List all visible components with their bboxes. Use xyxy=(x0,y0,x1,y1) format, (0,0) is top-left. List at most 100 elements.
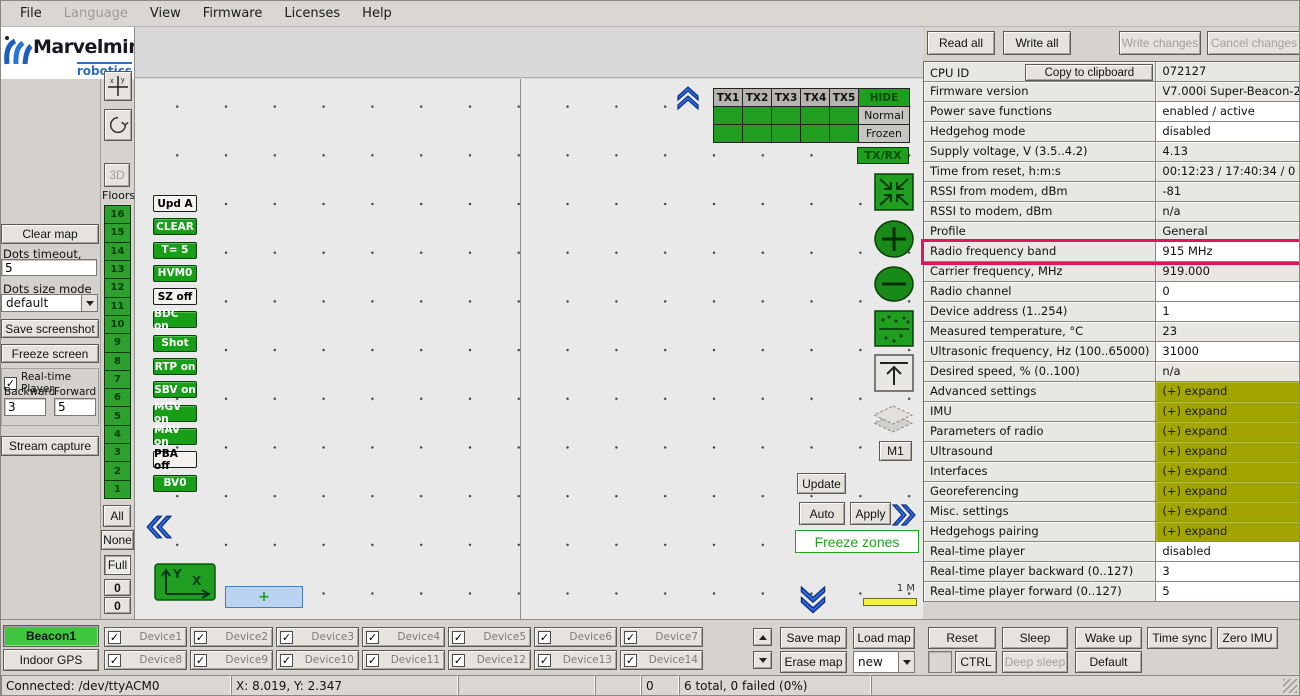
raise-to-top-icon[interactable] xyxy=(874,354,914,395)
scroll-down-button[interactable] xyxy=(753,651,772,669)
device-toggle[interactable]: Device2 xyxy=(190,627,273,647)
checkbox-checked-icon[interactable] xyxy=(108,631,121,644)
parameter-value[interactable]: enabled / active xyxy=(1156,102,1300,122)
floors-none-button[interactable]: None xyxy=(101,530,134,550)
ctrl-checkbox[interactable] xyxy=(928,651,952,673)
scroll-up-button[interactable] xyxy=(753,628,772,646)
parameter-value[interactable]: 3 xyxy=(1156,562,1300,582)
map-mode-button[interactable]: BDC on xyxy=(153,311,197,328)
checkbox-checked-icon[interactable] xyxy=(538,631,551,644)
parameter-value[interactable]: -81 xyxy=(1156,182,1300,202)
tx-state-cell[interactable] xyxy=(801,107,830,125)
counter-top[interactable]: 0 xyxy=(104,579,131,596)
floor-button[interactable]: 8 xyxy=(104,352,131,371)
time-sync-button[interactable]: Time sync xyxy=(1147,627,1212,649)
device-toggle[interactable]: Device4 xyxy=(362,627,445,647)
map-mode-button[interactable]: HVM0 xyxy=(153,265,197,282)
show-dots-icon[interactable] xyxy=(874,310,914,350)
device-toggle[interactable]: Device3 xyxy=(276,627,359,647)
menu-item[interactable]: File xyxy=(9,2,53,25)
tab-beacon1[interactable]: Beacon1 xyxy=(3,625,99,647)
checkbox-checked-icon[interactable] xyxy=(624,631,637,644)
device-toggle[interactable]: Device9 xyxy=(190,650,273,670)
map-mode-button[interactable]: Upd A xyxy=(153,195,197,212)
checkbox-checked-icon[interactable] xyxy=(280,631,293,644)
parameter-value[interactable]: (+) expand xyxy=(1156,402,1300,422)
parameter-value[interactable]: (+) expand xyxy=(1156,502,1300,522)
cancel-changes-button[interactable]: Cancel changes xyxy=(1207,31,1300,55)
parameter-row[interactable]: IMU (+) expand xyxy=(924,402,1300,422)
parameter-value[interactable]: (+) expand xyxy=(1156,442,1300,462)
tx-state-cell[interactable] xyxy=(830,125,859,143)
map-mode-button[interactable]: RTP on xyxy=(153,358,197,375)
device-toggle[interactable]: Device6 xyxy=(534,627,617,647)
tx-state-cell[interactable] xyxy=(801,125,830,143)
parameter-row[interactable]: Radio frequency band 915 MHz xyxy=(924,242,1300,262)
load-map-button[interactable]: Load map xyxy=(853,627,915,649)
checkbox-checked-icon[interactable] xyxy=(194,654,207,667)
parameter-row[interactable]: Misc. settings (+) expand xyxy=(924,502,1300,522)
parameter-row[interactable]: Desired speed, % (0..100) n/a xyxy=(924,362,1300,382)
parameter-row[interactable]: Georeferencing (+) expand xyxy=(924,482,1300,502)
floor-button[interactable]: 11 xyxy=(104,297,131,316)
checkbox-checked-icon[interactable] xyxy=(366,631,379,644)
zero-imu-button[interactable]: Zero IMU xyxy=(1217,627,1278,649)
ctrl-button[interactable]: CTRL xyxy=(955,651,997,673)
tx-hide-button[interactable]: HIDE xyxy=(859,89,910,107)
device-toggle[interactable]: Device7 xyxy=(620,627,703,647)
tx-state-cell[interactable] xyxy=(743,107,772,125)
tx-column-header[interactable]: TX4 xyxy=(801,89,830,107)
floor-button[interactable]: 4 xyxy=(104,425,131,444)
parameter-value[interactable]: 1 xyxy=(1156,302,1300,322)
deep-sleep-button[interactable]: Deep sleep xyxy=(1002,651,1068,673)
device-toggle[interactable]: Device11 xyxy=(362,650,445,670)
device-toggle[interactable]: Device13 xyxy=(534,650,617,670)
map-mode-button[interactable]: SBV on xyxy=(153,381,197,398)
parameter-row[interactable]: Parameters of radio (+) expand xyxy=(924,422,1300,442)
device-toggle[interactable]: Device5 xyxy=(448,627,531,647)
apply-button[interactable]: Apply xyxy=(850,502,891,525)
dropdown-arrow-icon[interactable] xyxy=(898,652,914,672)
parameter-row[interactable]: RSSI from modem, dBm -81 xyxy=(924,182,1300,202)
parameter-value[interactable]: 00:12:23 / 17:40:34 / 0 xyxy=(1156,162,1300,182)
collapse-up-icon[interactable] xyxy=(675,84,701,113)
parameter-value[interactable]: (+) expand xyxy=(1156,422,1300,442)
default-button[interactable]: Default xyxy=(1075,651,1142,673)
checkbox-checked-icon[interactable] xyxy=(194,631,207,644)
floor-button[interactable]: 15 xyxy=(104,223,131,242)
add-submap-button[interactable]: + xyxy=(225,586,303,608)
counter-bottom[interactable]: 0 xyxy=(104,597,131,614)
parameter-row[interactable]: Radio channel 0 xyxy=(924,282,1300,302)
parameter-row[interactable]: Advanced settings (+) expand xyxy=(924,382,1300,402)
parameter-value[interactable]: n/a xyxy=(1156,362,1300,382)
zoom-out-icon[interactable] xyxy=(874,265,914,306)
update-button[interactable]: Update xyxy=(797,473,846,494)
txrx-toggle-button[interactable]: TX/RX xyxy=(857,147,909,164)
parameter-value[interactable]: n/a xyxy=(1156,202,1300,222)
tx-state-cell[interactable] xyxy=(830,107,859,125)
parameter-value[interactable]: (+) expand xyxy=(1156,462,1300,482)
map-mode-button[interactable]: T= 5 xyxy=(153,242,197,259)
device-toggle[interactable]: Device14 xyxy=(620,650,703,670)
parameter-row[interactable]: Interfaces (+) expand xyxy=(924,462,1300,482)
rotate-view-icon[interactable] xyxy=(104,109,132,141)
parameter-value[interactable]: 4.13 xyxy=(1156,142,1300,162)
dots-size-mode-select[interactable]: default xyxy=(1,294,98,312)
reset-button[interactable]: Reset xyxy=(928,627,996,649)
wake-up-button[interactable]: Wake up xyxy=(1075,627,1142,649)
origin-axes-icon[interactable]: xy xyxy=(104,71,132,101)
parameter-row[interactable]: Hedgehog mode disabled xyxy=(924,122,1300,142)
erase-map-button[interactable]: Erase map xyxy=(780,651,847,673)
floor-button[interactable]: 13 xyxy=(104,260,131,279)
freeze-zones-button[interactable]: Freeze zones xyxy=(795,530,919,553)
map-mode-button[interactable]: CLEAR xyxy=(153,218,197,235)
parameter-row[interactable]: Real-time player forward (0..127) 5 xyxy=(924,582,1300,602)
parameter-row[interactable]: Ultrasonic frequency, Hz (100..65000) 31… xyxy=(924,342,1300,362)
tx-column-header[interactable]: TX3 xyxy=(772,89,801,107)
parameter-value[interactable]: 23 xyxy=(1156,322,1300,342)
menu-item[interactable]: Firmware xyxy=(192,2,274,25)
checkbox-checked-icon[interactable] xyxy=(624,654,637,667)
tx-column-header[interactable]: TX1 xyxy=(714,89,743,107)
parameter-value[interactable]: disabled xyxy=(1156,122,1300,142)
collapse-down-icon[interactable] xyxy=(798,585,828,620)
